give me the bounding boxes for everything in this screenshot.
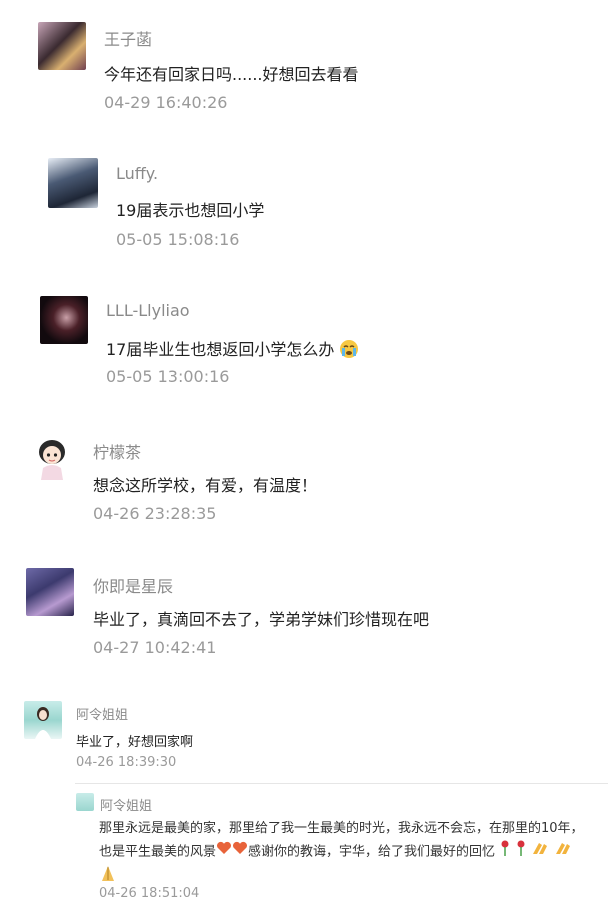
reply-line-1: 那里永远是最美的家，那里给了我一生最美的时光，我永远不会忘，在那里的10年， xyxy=(99,821,584,836)
comment-text: 毕业了，真滴回不去了，学弟学妹们珍惜现在吧 xyxy=(93,610,430,629)
avatar[interactable] xyxy=(40,296,88,344)
reply-author[interactable]: 阿令姐姐 xyxy=(100,795,152,814)
comment-author[interactable]: 王子菡 xyxy=(104,26,152,50)
heart-icon xyxy=(232,841,248,863)
clapping-hands-icon xyxy=(554,840,572,864)
reply-divider xyxy=(75,783,608,784)
comment-time: 04-26 18:39:30 xyxy=(76,755,177,770)
comment-text: 毕业了，好想回家啊 xyxy=(76,735,194,750)
avatar[interactable] xyxy=(26,568,74,616)
comment-text: 17届毕业生也想返回小学怎么办 xyxy=(106,336,359,363)
avatar[interactable] xyxy=(38,22,86,70)
cartoon-girl-icon xyxy=(39,440,65,480)
clapping-hands-icon xyxy=(531,840,549,864)
reply-line-2: 也是平生最美的风景 感谢你的教诲，宇华，给了我们最好的回忆 xyxy=(99,840,599,864)
comment-text: 想念这所学校，有爱，有温度！ xyxy=(93,476,318,495)
reply-line-2-start: 也是平生最美的风景 xyxy=(99,844,217,860)
comment-time: 05-05 13:00:16 xyxy=(106,367,230,386)
comment-time: 05-05 15:08:16 xyxy=(116,230,240,249)
comment-author[interactable]: 柠檬茶 xyxy=(93,439,141,463)
comment-author[interactable]: 阿令姐姐 xyxy=(76,704,128,723)
comment-text: 19届表示也想回小学 xyxy=(116,201,265,220)
heart-icon xyxy=(216,841,232,863)
comment-time: 04-29 16:40:26 xyxy=(104,93,228,112)
comment-author[interactable]: LLL-Llyliao xyxy=(106,301,190,320)
comment-author[interactable]: Luffy. xyxy=(116,164,158,183)
girl-photo-icon xyxy=(35,707,51,739)
crying-face-icon xyxy=(339,339,359,363)
avatar[interactable] xyxy=(48,158,98,208)
reply-time: 04-26 18:51:04 xyxy=(99,886,200,901)
rose-icon xyxy=(499,840,511,864)
avatar[interactable] xyxy=(76,793,94,811)
comment-time: 04-27 10:42:41 xyxy=(93,638,217,657)
reply-line-2-end: 感谢你的教诲，宇华，给了我们最好的回忆 xyxy=(248,844,496,860)
comment-author[interactable]: 你即是星辰 xyxy=(93,573,173,597)
comment-time: 04-26 23:28:35 xyxy=(93,504,217,523)
reply-text: 那里永远是最美的家，那里给了我一生最美的时光，我永远不会忘，在那里的10年， 也… xyxy=(99,818,599,890)
comment-text: 今年还有回家日吗......好想回去看看 xyxy=(104,65,359,84)
rose-icon xyxy=(515,840,527,864)
avatar[interactable] xyxy=(35,438,69,480)
avatar[interactable] xyxy=(24,701,62,739)
comment-text-content: 17届毕业生也想返回小学怎么办 xyxy=(106,340,335,359)
